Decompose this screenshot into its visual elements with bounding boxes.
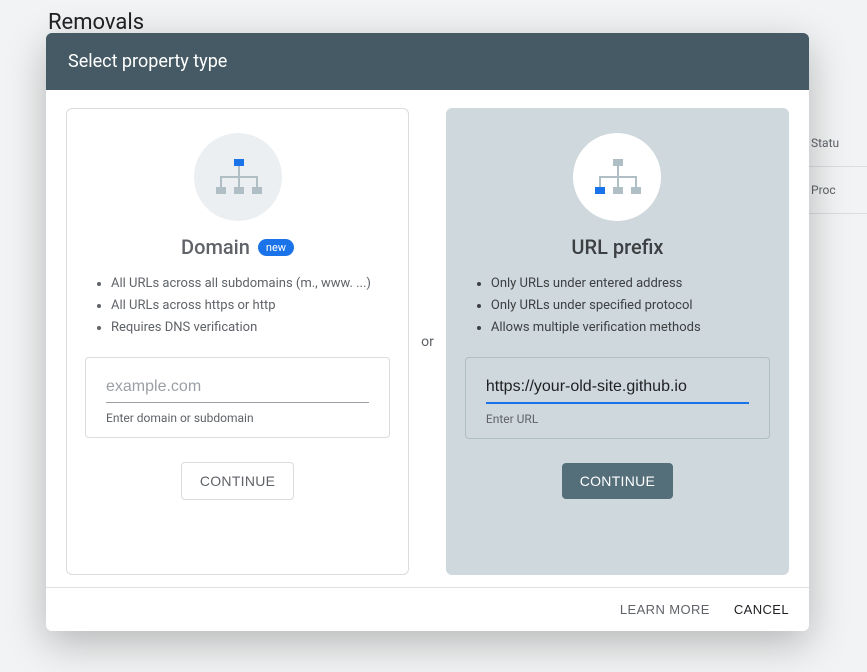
background-right-column: Statu Proc xyxy=(807,120,867,214)
domain-input-hint: Enter domain or subdomain xyxy=(106,411,369,425)
sitemap-icon xyxy=(194,133,282,221)
new-badge: new xyxy=(258,239,294,256)
domain-bullets: All URLs across all subdomains (m., www.… xyxy=(85,273,390,339)
url-bullet: Only URLs under entered address xyxy=(491,273,770,295)
url-input[interactable] xyxy=(486,374,749,404)
domain-bullet: All URLs across https or http xyxy=(111,295,390,317)
url-bullet: Allows multiple verification methods xyxy=(491,317,770,339)
modal-footer: LEARN MORE CANCEL xyxy=(46,587,809,631)
domain-input-box: Enter domain or subdomain xyxy=(85,357,390,438)
right-col-status: Statu xyxy=(807,120,867,167)
domain-card-title: Domain xyxy=(181,235,250,259)
domain-bullet: All URLs across all subdomains (m., www.… xyxy=(111,273,390,295)
modal-title: Select property type xyxy=(46,33,809,90)
learn-more-button[interactable]: LEARN MORE xyxy=(620,602,710,617)
domain-card-title-row: Domain new xyxy=(181,235,294,259)
domain-bullet: Requires DNS verification xyxy=(111,317,390,339)
cancel-button[interactable]: CANCEL xyxy=(734,602,789,617)
right-col-proc: Proc xyxy=(807,167,867,214)
page-title: Removals xyxy=(48,10,144,35)
or-label: or xyxy=(419,334,436,350)
url-continue-button[interactable]: CONTINUE xyxy=(562,463,674,499)
domain-continue-button[interactable]: CONTINUE xyxy=(181,462,295,500)
url-prefix-card[interactable]: URL prefix Only URLs under entered addre… xyxy=(446,108,789,575)
modal-body: Domain new All URLs across all subdomain… xyxy=(46,90,809,587)
url-card-title: URL prefix xyxy=(571,235,663,259)
sitemap-icon xyxy=(573,133,661,221)
domain-card[interactable]: Domain new All URLs across all subdomain… xyxy=(66,108,409,575)
url-input-box: Enter URL xyxy=(465,357,770,439)
url-bullets: Only URLs under entered address Only URL… xyxy=(465,273,770,339)
domain-input[interactable] xyxy=(106,374,369,403)
property-type-modal: Select property type Domain new All URLs… xyxy=(46,33,809,631)
url-input-hint: Enter URL xyxy=(486,412,749,426)
url-bullet: Only URLs under specified protocol xyxy=(491,295,770,317)
